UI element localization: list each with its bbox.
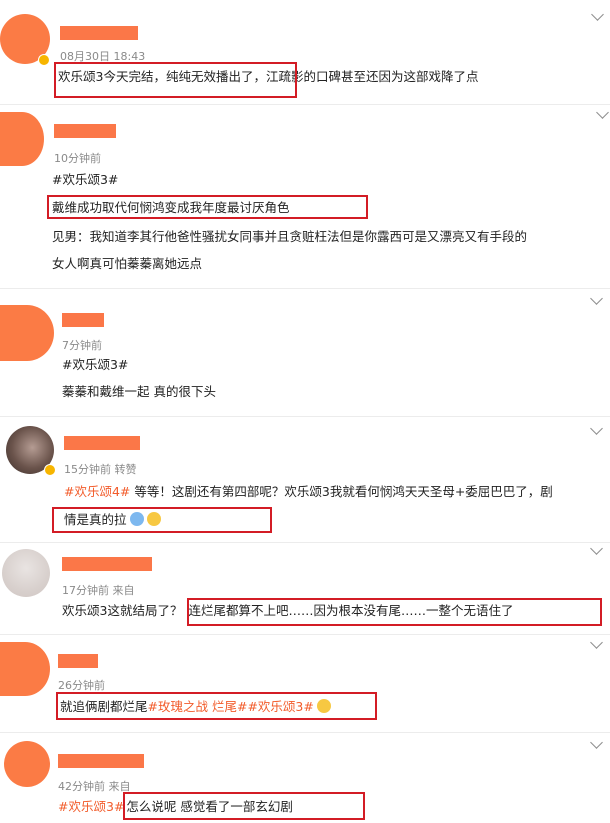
highlight-box	[123, 792, 365, 820]
chevron-down-icon[interactable]	[591, 8, 604, 21]
topic-tag[interactable]: #欢乐颂3#	[58, 799, 124, 814]
divider	[0, 634, 610, 635]
verified-badge-icon	[38, 54, 50, 66]
username-redacted	[58, 754, 144, 768]
avatar[interactable]	[0, 642, 50, 696]
divider	[0, 542, 610, 543]
comment-text: #欢乐颂4# 等等！这剧还有第四部呢？欢乐颂3我就看何悯鸿天天圣母+委屈巴巴了，…	[64, 482, 553, 502]
divider	[0, 732, 610, 733]
username-redacted	[62, 557, 152, 571]
timestamp: 10分钟前	[54, 152, 101, 165]
chevron-down-icon[interactable]	[596, 106, 609, 119]
username-redacted	[58, 654, 98, 668]
comment-text: 见男：我知道李其行他爸性骚扰女同事并且贪赃枉法但是你露西可是又漂亮又有手段的	[52, 229, 528, 244]
highlight-box	[54, 62, 297, 98]
highlight-box	[56, 692, 377, 720]
avatar[interactable]	[0, 305, 54, 361]
timestamp: 26分钟前	[58, 679, 105, 692]
username-redacted	[64, 436, 140, 450]
chevron-down-icon[interactable]	[590, 736, 603, 749]
divider	[0, 104, 610, 105]
avatar[interactable]	[4, 741, 50, 787]
timestamp: 42分钟前 来自	[58, 780, 131, 793]
topic-tag[interactable]: #欢乐颂3#	[52, 170, 118, 190]
chevron-down-icon[interactable]	[590, 422, 603, 435]
divider	[0, 416, 610, 417]
highlight-box	[47, 195, 368, 219]
username-redacted	[54, 124, 116, 138]
verified-badge-icon	[44, 464, 56, 476]
username-redacted	[60, 26, 138, 40]
chevron-down-icon[interactable]	[590, 542, 603, 555]
chevron-down-icon[interactable]	[590, 636, 603, 649]
avatar[interactable]	[0, 112, 44, 166]
topic-tag[interactable]: #欢乐颂4#	[64, 484, 130, 499]
comment-text-rest: 江疏影的口碑甚至还因为这部戏降了点	[265, 69, 479, 84]
timestamp: 7分钟前	[62, 339, 102, 352]
timestamp: 15分钟前 转赞	[64, 463, 137, 476]
username-redacted	[62, 313, 104, 327]
topic-tag[interactable]: #欢乐颂3#	[62, 355, 128, 375]
comment-text: 女人啊真可怕蓁蓁离她远点	[52, 256, 203, 271]
highlight-box	[52, 507, 272, 533]
divider	[0, 288, 610, 289]
comment-text: 蓁蓁和戴维一起 真的很下头	[62, 384, 216, 399]
chevron-down-icon[interactable]	[590, 292, 603, 305]
avatar[interactable]	[2, 549, 50, 597]
comment-text-rest: 欢乐颂3这就结局了？	[62, 603, 183, 618]
timestamp: 17分钟前 来自	[62, 584, 135, 597]
comment-text-rest: 等等！这剧还有第四部呢？欢乐颂3我就看何悯鸿天天圣母+委屈巴巴了，剧	[130, 484, 553, 499]
highlight-box	[187, 598, 602, 626]
